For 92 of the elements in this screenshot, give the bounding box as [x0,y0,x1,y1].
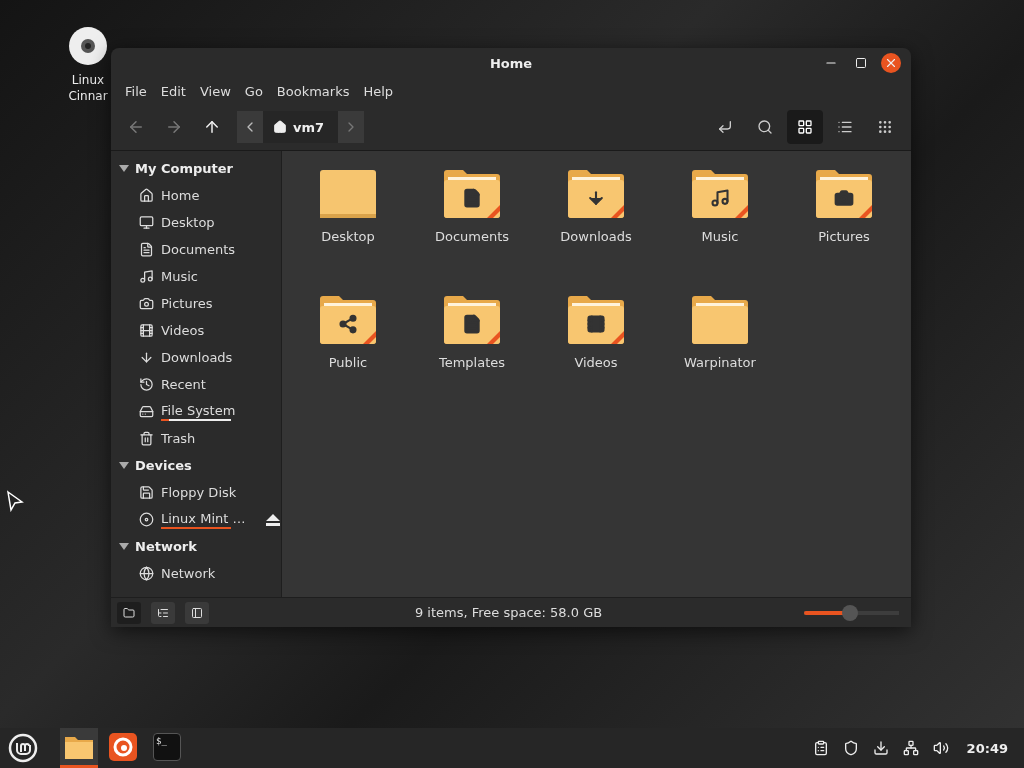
sidebar-item[interactable]: Videos [111,317,281,344]
folder-icon [319,293,377,347]
folder-icon [123,606,135,619]
sidebar-item[interactable]: Home [111,182,281,209]
tree-button[interactable] [151,601,175,624]
clock[interactable]: 20:49 [966,740,1008,756]
camera-icon [139,296,154,311]
menu-item[interactable]: Edit [154,80,192,102]
sidebar-item[interactable]: Floppy Disk [111,479,281,506]
home-icon [273,120,287,134]
status-text: 9 items, Free space: 58.0 GB [413,605,604,620]
trash-icon [139,431,154,446]
drive-icon [139,404,154,419]
desktop-icon-label: Linux Cinnar [67,72,109,104]
grid-view-icon [797,119,813,135]
disc-icon[interactable] [68,26,108,66]
folder-icon [815,167,873,221]
close-button[interactable] [881,53,901,73]
terminal-app-button[interactable]: $_ [148,728,186,768]
files-app-button[interactable] [60,728,98,768]
expander-icon [119,461,129,470]
folder-icon [443,167,501,221]
folder-item[interactable]: Videos [534,293,658,419]
sidebar-item[interactable]: Downloads [111,344,281,371]
folder-icon [567,293,625,347]
maximize-icon [855,57,867,69]
sidebar-item[interactable]: Pictures [111,290,281,317]
volume-icon [932,740,949,756]
folder-item[interactable]: Warpinator [658,293,782,419]
menu-item[interactable]: File [119,80,153,102]
menu-item[interactable]: Help [357,80,400,102]
folder-icon [443,293,501,347]
monitor-icon [139,215,154,230]
window-title: Home [489,55,533,71]
folder-item[interactable]: Music [658,167,782,293]
folder-item[interactable]: Documents [410,167,534,293]
folder-item[interactable]: Downloads [534,167,658,293]
document-icon [139,242,154,257]
folder-icon [691,167,749,221]
return-arrow-icon [717,119,733,135]
browser-icon [109,732,137,761]
plain-folder-icon [691,293,749,347]
update-icon [872,740,889,756]
sidebar-item[interactable]: Desktop [111,209,281,236]
close-icon [884,56,898,70]
path-segment[interactable]: vm7 [263,111,339,143]
clipboard-icon [812,740,829,756]
panel-button[interactable] [185,601,209,624]
sidebar-item[interactable]: Network [111,560,281,587]
zoom-slider-thumb[interactable] [841,604,858,621]
folder-icon [319,167,377,221]
shield-icon [842,740,859,756]
menu-item[interactable]: View [193,80,237,102]
menu-item[interactable]: Bookmarks [270,80,356,102]
disc-icon [139,512,154,527]
clock-icon [139,377,154,392]
grid-view-button[interactable] [787,110,823,144]
mouse-cursor-icon [6,490,24,512]
expander-icon [119,164,129,173]
sidebar-item[interactable]: Music [111,263,281,290]
sidebar-item[interactable]: Documents [111,236,281,263]
expander-icon [119,542,129,551]
sidebar-section-header[interactable]: My Computer [111,155,281,182]
menu-item[interactable]: Go [238,80,269,102]
folder-item[interactable]: Templates [410,293,534,419]
eject-icon[interactable] [266,513,281,526]
music-note-icon [139,269,154,284]
folder-item[interactable]: Desktop [286,167,410,293]
folder-icon [567,167,625,221]
terminal-icon: $_ [153,732,181,761]
folder-button[interactable] [117,601,141,624]
home-icon [139,188,154,203]
menu-logo[interactable] [8,733,38,763]
folder-item[interactable]: Public [286,293,410,419]
sidebar-item[interactable]: Trash [111,425,281,452]
film-icon [139,323,154,338]
tree-icon [157,606,169,619]
panel-icon [191,606,203,619]
sidebar-item[interactable]: Recent [111,371,281,398]
search-icon [757,119,773,135]
globe-icon [139,566,154,581]
sidebar-section-header[interactable]: Network [111,533,281,560]
folder-item[interactable]: Pictures [782,167,906,293]
sidebar-item[interactable]: Linux Mint … [111,506,281,533]
down-arrow-icon [139,350,154,365]
sidebar-section-header[interactable]: Devices [111,452,281,479]
path-left-button[interactable] [237,111,263,143]
network-icon [902,740,919,756]
sidebar-item[interactable]: File System [111,398,281,425]
compact-view-icon [877,119,893,135]
right-arrow-icon [165,118,183,136]
list-view-icon [837,119,853,135]
